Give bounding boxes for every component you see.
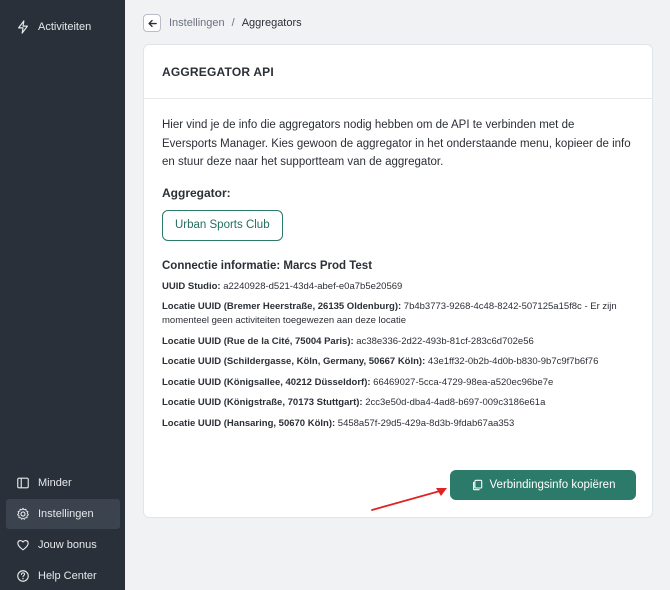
sidebar-item-label: Instellingen [38, 508, 94, 520]
sidebar-item-instellingen[interactable]: Instellingen [6, 499, 120, 529]
collapse-icon [16, 476, 30, 490]
row-value: ac38e336-2d22-493b-81cf-283c6d702e56 [353, 335, 534, 347]
breadcrumb-separator: / [231, 17, 235, 29]
breadcrumb-current: Aggregators [241, 17, 302, 29]
gear-icon [16, 507, 30, 521]
copy-icon [472, 479, 482, 491]
help-icon [16, 569, 30, 583]
sidebar-item-label: Jouw bonus [38, 539, 97, 551]
row-label: Locatie UUID (Bremer Heerstraße, 26135 O… [162, 301, 402, 312]
list-item: Locatie UUID (Schildergasse, Köln, Germa… [162, 355, 634, 369]
card-title: AGGREGATOR API [144, 45, 652, 99]
sidebar: Activiteiten Minder Instellingen Jouw bo… [0, 0, 125, 590]
intro-text: Hier vind je de info die aggregators nod… [162, 119, 631, 168]
sidebar-item-label: Activiteiten [38, 21, 92, 33]
row-label: UUID Studio: [162, 280, 221, 292]
list-item: Locatie UUID (Rue de la Cité, 75004 Pari… [162, 335, 634, 349]
sidebar-item-help-center[interactable]: Help Center [6, 561, 120, 590]
aggregator-label: Aggregator: [162, 185, 231, 200]
back-button[interactable] [143, 14, 161, 32]
sidebar-item-label: Help Center [38, 570, 97, 582]
aggregator-select-button[interactable]: Urban Sports Club [162, 209, 283, 241]
connection-info-list: UUID Studio: a2240928-d521-43d4-abef-e0a… [162, 280, 634, 431]
annotation-arrow [371, 488, 447, 511]
row-value: 66469027-5cca-4729-98ea-a520ec96be7e [370, 376, 554, 388]
heart-icon [16, 538, 30, 552]
list-item: Locatie UUID (Königsallee, 40212 Düsseld… [162, 376, 634, 390]
copy-connection-info-button[interactable]: Verbindingsinfo kopiëren [450, 470, 636, 500]
list-item: Locatie UUID (Bremer Heerstraße, 26135 O… [162, 300, 634, 328]
connection-title: Connectie informatie: Marcs Prod Test [162, 259, 373, 272]
bolt-icon [16, 20, 30, 34]
row-label: Locatie UUID (Rue de la Cité, 75004 Pari… [162, 335, 354, 347]
row-label: Locatie UUID (Schildergasse, Köln, Germa… [162, 356, 426, 367]
sidebar-item-minder[interactable]: Minder [6, 468, 120, 498]
row-value: 43e1ff32-0b2b-4d0b-b830-9b7c9f7b6f76 [425, 356, 599, 367]
card-body: Hier vind je de info die aggregators nod… [144, 99, 652, 431]
sidebar-item-label: Minder [38, 477, 72, 489]
breadcrumb: Instellingen / Aggregators [143, 13, 302, 33]
row-value: 5458a57f-29d5-429a-8d3b-9fdab67aa353 [335, 417, 515, 429]
list-item: UUID Studio: a2240928-d521-43d4-abef-e0a… [162, 280, 634, 294]
row-label: Locatie UUID (Königsallee, 40212 Düsseld… [162, 376, 371, 388]
arrow-left-icon [147, 19, 157, 27]
sidebar-item-jouw-bonus[interactable]: Jouw bonus [6, 530, 120, 560]
list-item: Locatie UUID (Hansaring, 50670 Köln): 54… [162, 417, 634, 431]
row-label: Locatie UUID (Königstraße, 70173 Stuttga… [162, 397, 363, 408]
row-value: 2cc3e50d-dba4-4ad8-b697-009c3186e61a [362, 397, 546, 408]
breadcrumb-link-instellingen[interactable]: Instellingen [169, 17, 225, 29]
copy-button-label: Verbindingsinfo kopiëren [489, 479, 616, 491]
list-item: Locatie UUID (Königstraße, 70173 Stuttga… [162, 396, 634, 410]
row-value: a2240928-d521-43d4-abef-e0a7b5e20569 [220, 280, 403, 292]
row-label: Locatie UUID (Hansaring, 50670 Köln): [162, 417, 336, 429]
aggregator-api-card: AGGREGATOR API Hier vind je de info die … [143, 44, 653, 518]
sidebar-item-activiteiten[interactable]: Activiteiten [6, 12, 120, 42]
